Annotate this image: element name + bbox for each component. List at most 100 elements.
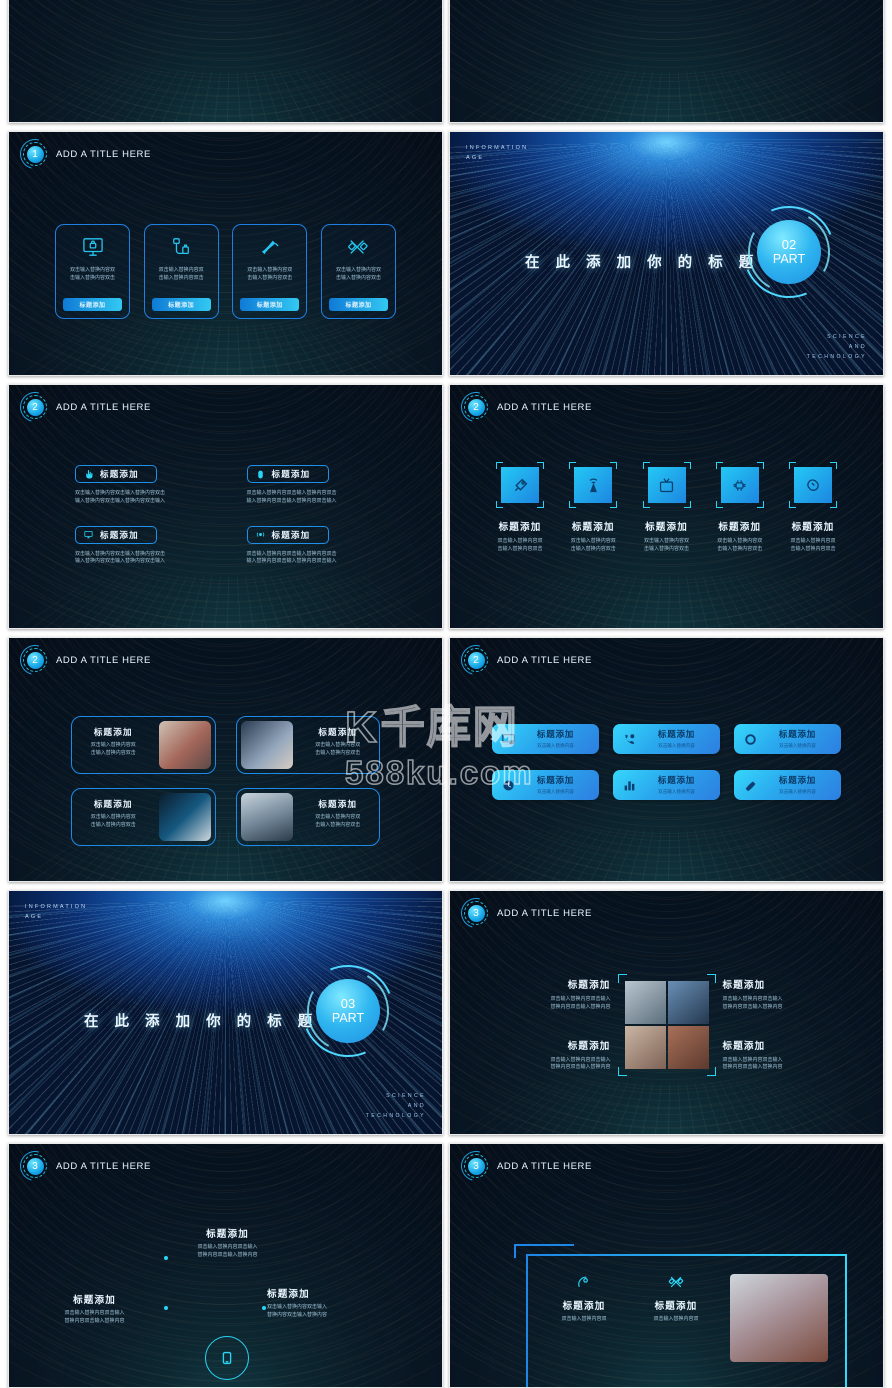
right-column: 标题添加 双击输入替换内容双击输入 替换内容双击输入替换内容 标题添加 双击输入替… xyxy=(723,977,848,1072)
pill-button[interactable]: 标题添加 双击输入替换内容 xyxy=(492,770,599,800)
slide-thumbnail[interactable]: 标题添加 双击输入替换内容双击输入替换内容双击 输入替换内容双击输入替换内容双击… xyxy=(449,0,884,123)
step-badge: 2 xyxy=(455,386,497,428)
slide-thumbnail[interactable]: 2 ADD A TITLE HERE 标题添加 双击输入替换内容双击输入替换内容… xyxy=(8,637,443,882)
step-badge: 2 xyxy=(455,639,497,681)
icon-column[interactable]: 标题添加 双击输入替换内容双 击输入替换内容双击 xyxy=(561,462,625,554)
feature-card[interactable]: 双击输入替换内容双 击输入替换内容双击 标题添加 xyxy=(143,224,219,319)
pill-button[interactable]: 标题添加 双击输入替换内容 xyxy=(734,770,841,800)
slide-thumbnail-grid: 标题添加 双击输入替换内容双击输入 替换内容双击输入替换内容 双击输入替换内容双… xyxy=(8,0,884,1388)
pill-button[interactable]: 标题添加 双击输入替换内容 xyxy=(492,724,599,754)
icon-column[interactable]: 标题添加 双击输入替换内容双 击输入替换内容双击 xyxy=(708,462,772,554)
pill-sub: 双击输入替换内容 xyxy=(779,789,816,795)
hub-core-icon xyxy=(205,1336,249,1380)
panel-body: 双击输入替换内容双 xyxy=(653,1316,699,1322)
pill-button[interactable]: 标题添加 双击输入替换内容 xyxy=(613,770,720,800)
card-button[interactable]: 标题添加 xyxy=(328,298,388,311)
tag-chip[interactable]: 标题添加 xyxy=(75,525,157,544)
photo-card[interactable]: 标题添加 双击输入替换内容双 击输入替换内容双击 xyxy=(71,716,216,774)
tag-chip[interactable]: 标题添加 xyxy=(246,465,329,483)
photo-card-text: 标题添加 双击输入替换内容双 击输入替换内容双击 xyxy=(72,717,155,773)
pill-title: 标题添加 xyxy=(536,775,575,786)
photo-card-text: 标题添加 双击输入替换内容双 击输入替换内容双击 xyxy=(72,789,155,845)
icon-column[interactable]: 标题添加 双击输入替换内容双 击输入替换内容双击 xyxy=(488,462,552,554)
section-title: 在 此 添 加 你 的 标 题 xyxy=(525,255,760,271)
panel-column: 标题添加 双击输入替换内容双 xyxy=(538,1274,630,1324)
tv-icon xyxy=(658,477,675,494)
block-title: 标题添加 xyxy=(567,1040,611,1052)
panel-title: 标题添加 xyxy=(562,1301,606,1312)
slide-thumbnail[interactable]: 3 ADD A TITLE HERE 标题添加 双击输入替换内容双 标题添加 双… xyxy=(449,1143,884,1388)
slide-header: 2 ADD A TITLE HERE xyxy=(14,386,151,428)
tag-item[interactable]: 标题添加 双击输入替换内容双击输入替换内容双击 输入替换内容双击输入替换内容双击输… xyxy=(75,465,205,506)
pill-button[interactable]: 标题添加 双击输入替换内容 xyxy=(734,724,841,754)
pill-button[interactable]: 标题添加 双击输入替换内容 xyxy=(613,724,720,754)
tag-item[interactable]: 标题添加 双击输入替换内容双击输入替换内容双击 输入替换内容双击输入替换内容双击输… xyxy=(75,525,205,567)
slide-title: ADD A TITLE HERE xyxy=(56,654,151,666)
tag-title: 标题添加 xyxy=(271,529,311,540)
badge-number: 2 xyxy=(467,398,485,416)
card-button[interactable]: 标题添加 xyxy=(151,298,211,311)
card-button[interactable]: 标题添加 xyxy=(63,298,122,311)
icon-column[interactable]: 标题添加 双击输入替换内容双 击输入替换内容双击 xyxy=(781,462,845,554)
part-disc: 02 PART xyxy=(757,220,821,284)
slide-thumbnail[interactable]: INFORMATION AGE 在 此 添 加 你 的 标 题 02 PART S… xyxy=(449,131,884,376)
grid-photo xyxy=(667,980,709,1024)
part-disc: 03 PART xyxy=(316,979,380,1043)
tag-item[interactable]: 标题添加 双击输入替换内容双击输入替换内容双击 输入替换内容双击输入替换内容双击输… xyxy=(246,465,377,506)
card-body: 双击输入替换内容双 击输入替换内容双击 xyxy=(335,267,381,281)
icon-body: 双击输入替换内容双 击输入替换内容双击 xyxy=(570,538,616,552)
photo-card[interactable]: 标题添加 双击输入替换内容双 击输入替换内容双击 xyxy=(235,716,380,774)
hub-body: 双击输入替换内容双击输入 替换内容双击输入替换内容 xyxy=(64,1310,125,1324)
photo-card-title: 标题添加 xyxy=(318,727,358,737)
step-badge: 3 xyxy=(455,892,497,934)
slide-thumbnail[interactable]: 标题添加 双击输入替换内容双击输入 替换内容双击输入替换内容 双击输入替换内容双… xyxy=(8,0,443,123)
card-button[interactable]: 标题添加 xyxy=(240,298,300,311)
slide-thumbnail[interactable]: 3 ADD A TITLE HERE 标题添加 双击输入替换内容双击输入 替换内容… xyxy=(449,890,884,1135)
slide-title: ADD A TITLE HERE xyxy=(497,401,592,413)
photo-card-body: 双击输入替换内容双 击输入替换内容双击 xyxy=(315,742,361,756)
usb-cable-icon xyxy=(170,237,192,257)
hub-title: 标题添加 xyxy=(267,1289,310,1300)
section-tag: INFORMATION AGE xyxy=(25,904,88,920)
feature-card[interactable]: 双击输入替换内容双 击输入替换内容双击 标题添加 xyxy=(55,224,130,319)
rocket-icon xyxy=(512,477,529,494)
icon-title: 标题添加 xyxy=(571,522,615,533)
slide-thumbnail[interactable]: 3 ADD A TITLE HERE 标题添加 双击输入替换内容双击输入 替换内容… xyxy=(8,1143,443,1388)
tag-chip[interactable]: 标题添加 xyxy=(75,465,157,483)
pill-title: 标题添加 xyxy=(536,729,575,740)
slide-thumbnail[interactable]: 2 ADD A TITLE HERE 标题添加 双击输入替换内容双击输入替换内容… xyxy=(449,384,884,629)
icon-body: 双击输入替换内容双 击输入替换内容双击 xyxy=(790,538,836,552)
four-card-row: 双击输入替换内容双 击输入替换内容双击 标题添加 双击输入替换内容双 击输入替换内容… xyxy=(55,224,396,319)
tag-item[interactable]: 标题添加 双击输入替换内容双击输入替换内容双击 输入替换内容双击输入替换内容双击输… xyxy=(246,525,377,567)
slide-thumbnail[interactable]: 2 ADD A TITLE HERE 标题添加 双击输入替换内容 标题添加 双击… xyxy=(449,637,884,882)
pill-sub: 双击输入替换内容 xyxy=(537,743,574,749)
slide-header: 3 ADD A TITLE HERE xyxy=(455,892,592,934)
slide-thumbnail[interactable]: 1 ADD A TITLE HERE 双击输入替换内容双 击输入替换内容双击 标题… xyxy=(8,131,443,376)
panel-body: 双击输入替换内容双 xyxy=(561,1316,607,1322)
section-tag: INFORMATION AGE xyxy=(466,145,529,161)
tag-box-grid: 标题添加 双击输入替换内容双击输入替换内容双击 输入替换内容双击输入替换内容双击输… xyxy=(75,465,376,566)
block-body: 双击输入替换内容双击输入 替换内容双击输入替换内容 xyxy=(722,996,783,1010)
slide-thumbnail[interactable]: INFORMATION AGE 在 此 添 加 你 的 标 题 03 PART S… xyxy=(8,890,443,1135)
photo-card[interactable]: 标题添加 双击输入替换内容双 击输入替换内容双击 xyxy=(71,788,216,846)
framed-panel: 标题添加 双击输入替换内容双 标题添加 双击输入替换内容双 xyxy=(514,1244,847,1387)
photo-card-body: 双击输入替换内容双 击输入替换内容双击 xyxy=(315,814,361,828)
grid-photo xyxy=(624,1025,666,1069)
pill-text: 标题添加 双击输入替换内容 xyxy=(522,774,589,795)
photo-card[interactable]: 标题添加 双击输入替换内容双 击输入替换内容双击 xyxy=(235,788,380,846)
pill-title: 标题添加 xyxy=(778,775,817,786)
block-title: 标题添加 xyxy=(567,980,611,991)
part-badge: 02 PART xyxy=(729,192,849,312)
slide-title: ADD A TITLE HERE xyxy=(497,907,592,919)
icon-title: 标题添加 xyxy=(645,522,688,533)
radial-hub-layout: 标题添加 双击输入替换内容双击输入 替换内容双击输入替换内容 标题添加 双击输入替… xyxy=(9,1214,442,1387)
tag-chip[interactable]: 标题添加 xyxy=(246,525,329,544)
icon-column[interactable]: 标题添加 双击输入替换内容双 击输入替换内容双击 xyxy=(635,462,699,554)
slide-thumbnail[interactable]: 2 ADD A TITLE HERE 标题添加 双击输入替换内容双击输入替换内容… xyxy=(8,384,443,629)
feature-card[interactable]: 双击输入替换内容双 击输入替换内容双击 标题添加 xyxy=(320,224,396,319)
tag-title: 标题添加 xyxy=(271,469,311,479)
card-body: 双击输入替换内容双 击输入替换内容双击 xyxy=(69,267,115,281)
text-block: 标题添加 双击输入替换内容双击输入 替换内容双击输入替换内容 xyxy=(723,977,848,1012)
pill-text: 标题添加 双击输入替换内容 xyxy=(764,774,831,795)
feature-card[interactable]: 双击输入替换内容双 击输入替换内容双击 标题添加 xyxy=(232,224,308,319)
